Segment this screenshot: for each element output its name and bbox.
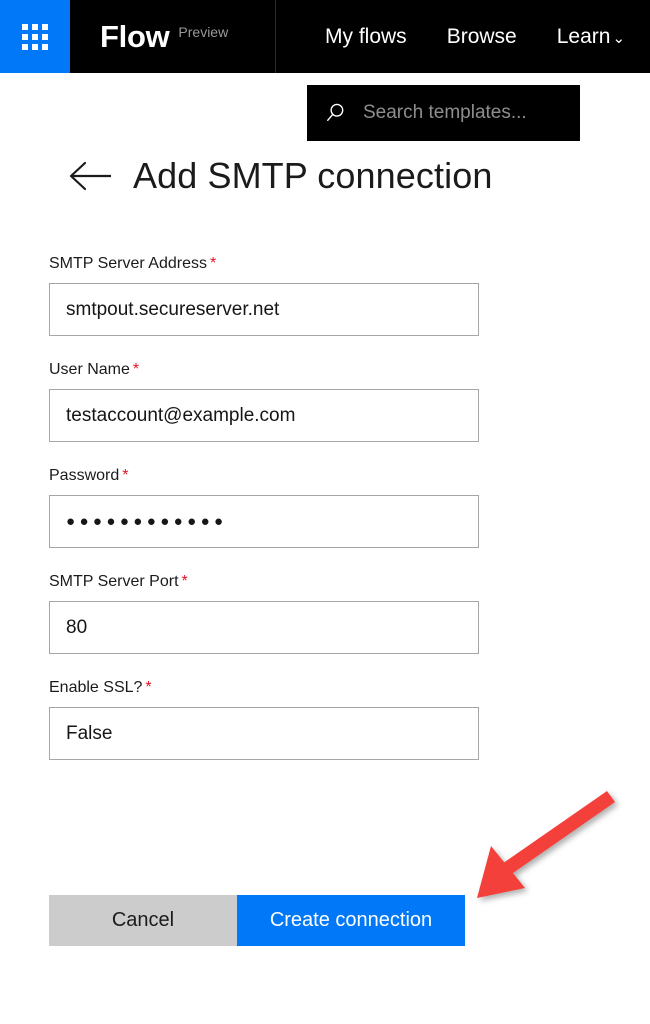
search-icon xyxy=(327,103,344,122)
nav-item-my-flows[interactable]: My flows xyxy=(325,26,407,47)
top-navigation-bar: Flow Preview My flows Browse Learn ⌄ xyxy=(0,0,650,73)
smtp-server-port-input[interactable]: 80 xyxy=(49,601,479,654)
smtp-connection-form: SMTP Server Address * smtpout.secureserve… xyxy=(49,256,479,760)
main-nav: My flows Browse Learn ⌄ xyxy=(276,0,650,73)
nav-item-learn[interactable]: Learn ⌄ xyxy=(557,26,625,47)
field-password: Password * ●●●●●●●●●●●● xyxy=(49,468,479,548)
waffle-cell xyxy=(32,23,38,30)
field-label: User Name * xyxy=(49,362,479,378)
annotation-arrow-icon xyxy=(477,791,615,898)
field-smtp-server-address: SMTP Server Address * smtpout.secureserve… xyxy=(49,256,479,336)
required-marker: * xyxy=(145,679,152,696)
waffle-cell xyxy=(22,43,28,50)
chevron-down-icon: ⌄ xyxy=(612,30,626,47)
field-label-text: SMTP Server Address xyxy=(49,255,207,272)
back-arrow-icon[interactable] xyxy=(67,157,115,195)
field-label: SMTP Server Port * xyxy=(49,574,479,590)
user-name-input[interactable]: testaccount@example.com xyxy=(49,389,479,442)
smtp-server-address-input[interactable]: smtpout.secureserver.net xyxy=(49,283,479,336)
password-input[interactable]: ●●●●●●●●●●●● xyxy=(49,495,479,548)
cancel-button[interactable]: Cancel xyxy=(49,895,237,946)
field-enable-ssl: Enable SSL? * False xyxy=(49,680,479,760)
waffle-cell xyxy=(32,33,38,40)
app-launcher-button[interactable] xyxy=(0,0,70,73)
waffle-icon xyxy=(22,23,48,50)
flow-add-smtp-connection-page: Flow Preview My flows Browse Learn ⌄ Sea… xyxy=(0,0,650,1024)
waffle-cell xyxy=(22,23,28,30)
field-label: SMTP Server Address * xyxy=(49,256,479,272)
required-marker: * xyxy=(209,255,217,272)
field-label-text: Password xyxy=(49,467,120,484)
nav-item-label: Browse xyxy=(446,25,517,48)
waffle-cell xyxy=(22,33,28,40)
page-header: Add SMTP connection xyxy=(67,155,492,197)
nav-item-label: Learn xyxy=(556,25,611,48)
search-placeholder-text: Search templates... xyxy=(363,102,527,123)
waffle-cell xyxy=(42,33,48,40)
page-title: Add SMTP connection xyxy=(133,155,493,196)
nav-item-browse[interactable]: Browse xyxy=(447,26,517,47)
brand-logo[interactable]: Flow Preview xyxy=(70,0,276,73)
field-label: Password * xyxy=(49,468,479,484)
required-marker: * xyxy=(122,467,129,484)
waffle-cell xyxy=(32,43,38,50)
field-smtp-server-port: SMTP Server Port * 80 xyxy=(49,574,479,654)
field-label-text: SMTP Server Port xyxy=(49,573,179,590)
field-user-name: User Name * testaccount@example.com xyxy=(49,362,479,442)
nav-item-label: My flows xyxy=(325,25,407,48)
brand-name: Flow xyxy=(100,19,170,54)
field-label-text: Enable SSL? xyxy=(49,679,143,696)
create-connection-button[interactable]: Create connection xyxy=(237,895,465,946)
required-marker: * xyxy=(181,573,188,590)
field-label: Enable SSL? * xyxy=(49,680,479,696)
enable-ssl-input[interactable]: False xyxy=(49,707,479,760)
waffle-cell xyxy=(42,43,48,50)
search-templates-input[interactable]: Search templates... xyxy=(307,85,580,141)
waffle-cell xyxy=(42,23,48,30)
brand-preview-badge: Preview xyxy=(178,23,229,40)
required-marker: * xyxy=(132,361,140,378)
form-actions: Cancel Create connection xyxy=(49,895,465,946)
field-label-text: User Name xyxy=(49,361,130,378)
